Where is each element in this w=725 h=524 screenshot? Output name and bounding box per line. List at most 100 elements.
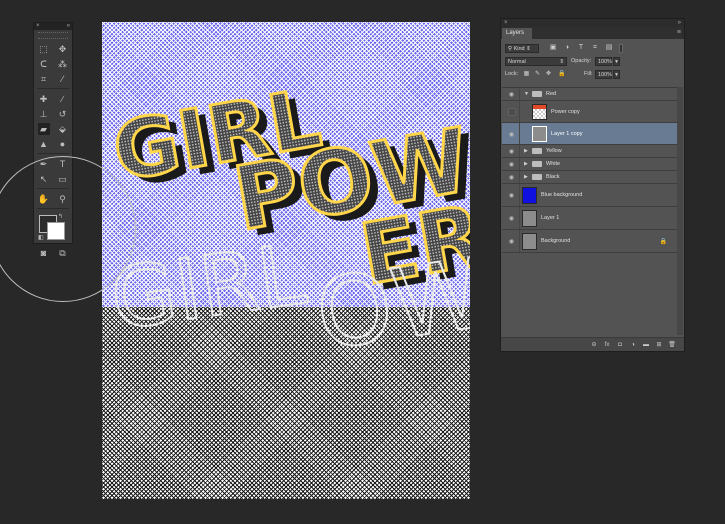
layer-thumbnail[interactable] (522, 210, 537, 227)
visibility-eye-icon[interactable]: ◉ (507, 161, 516, 168)
lock-image-icon[interactable]: ✎ (534, 70, 541, 78)
layer-name[interactable]: Yellow (546, 148, 562, 154)
quick-mask-icon[interactable]: ◙ (38, 247, 50, 259)
brush-icon[interactable]: ∕ (57, 93, 69, 105)
layers-close-icon[interactable]: × (504, 19, 508, 27)
eyedropper-icon[interactable]: ⁄ (57, 73, 69, 85)
visibility-toggle-off[interactable] (508, 108, 516, 116)
layer-thumbnail[interactable] (532, 126, 547, 142)
swap-colors-icon[interactable]: ↰ (58, 213, 63, 220)
clone-stamp-icon[interactable]: ⊥ (38, 108, 50, 120)
healing-brush-icon[interactable]: ✚ (38, 93, 50, 105)
layer-name[interactable]: Red (546, 91, 556, 97)
layers-panel-header[interactable]: × » (501, 19, 684, 27)
layer-row[interactable]: ◉ Background 🔒 (502, 230, 677, 253)
layer-name[interactable]: Power copy (551, 109, 580, 115)
visibility-eye-icon[interactable]: ◉ (507, 148, 516, 155)
visibility-eye-icon[interactable]: ◉ (507, 192, 516, 199)
lock-all-icon[interactable]: 🔒 (558, 70, 565, 78)
smart-object-filter-icon[interactable]: ▤ (605, 44, 613, 52)
visibility-eye-icon[interactable]: ◉ (507, 215, 516, 222)
panel-menu-icon[interactable]: ≡ (677, 27, 681, 39)
tab-layers[interactable]: Layers (502, 28, 532, 39)
rectangle-icon[interactable]: ▭ (57, 173, 69, 185)
new-group-icon[interactable]: ▬ (642, 342, 650, 348)
filter-toggle[interactable] (619, 44, 623, 53)
tool-row: ✒ T (34, 156, 72, 171)
layer-row[interactable]: ◉ ▼ Red (502, 88, 677, 101)
magic-wand-icon[interactable]: ⁂ (57, 58, 69, 70)
layer-row[interactable]: ◉ ▶ Yellow (502, 145, 677, 158)
lasso-icon[interactable]: ᑕ (38, 58, 50, 70)
layer-row[interactable]: ◉ Layer 1 (502, 207, 677, 230)
document-canvas[interactable]: GIRL POW ER GIRL POW ER GIRL OW (102, 22, 470, 499)
tools-collapse-icon[interactable]: » (67, 23, 70, 30)
layer-name[interactable]: Layer 1 (541, 215, 559, 221)
link-layers-icon[interactable]: ⊖ (590, 341, 598, 348)
layer-style-icon[interactable]: fx (603, 342, 611, 348)
add-mask-icon[interactable]: ◘ (616, 342, 624, 348)
blend-row: Normal ⇕ Opacity: 100% ▾ (501, 55, 684, 68)
layer-row[interactable]: ◉ Layer 1 copy (502, 123, 677, 145)
pen-icon[interactable]: ✒ (38, 158, 50, 170)
blur-icon[interactable]: ▲ (38, 138, 50, 150)
history-brush-icon[interactable]: ↺ (57, 108, 69, 120)
eraser-icon[interactable]: ▰ (37, 122, 50, 135)
layer-thumbnail[interactable] (532, 104, 547, 120)
layer-row[interactable]: ◉ Blue background (502, 184, 677, 207)
tool-separator (37, 208, 69, 209)
image-filter-icon[interactable]: ▣ (549, 44, 557, 52)
layer-name[interactable]: Background (541, 238, 570, 244)
layer-row[interactable]: ◉ ▶ Black (502, 171, 677, 184)
adjustment-filter-icon[interactable]: ◑ (563, 44, 571, 52)
visibility-eye-icon[interactable]: ◉ (507, 174, 516, 181)
layer-name[interactable]: White (546, 161, 560, 167)
type-filter-icon[interactable]: T (577, 44, 585, 52)
hand-icon[interactable]: ✋ (38, 193, 50, 205)
lock-position-icon[interactable]: ✥ (545, 70, 552, 78)
filter-kind-select[interactable]: ⚲ Kind ⇕ (505, 44, 539, 53)
layers-collapse-icon[interactable]: » (678, 19, 681, 27)
expand-arrow-icon[interactable]: ▶ (524, 174, 528, 180)
tools-grip[interactable] (38, 32, 68, 39)
adjustment-layer-icon[interactable]: ◑ (629, 342, 637, 348)
opacity-input[interactable]: 100% (595, 57, 612, 66)
marquee-icon[interactable]: ⬚ (38, 43, 50, 55)
crop-icon[interactable]: ⌗ (38, 73, 50, 85)
row-divider (519, 123, 520, 144)
fill-dropdown-icon[interactable]: ▾ (613, 70, 620, 79)
opacity-dropdown-icon[interactable]: ▾ (613, 57, 620, 66)
move-icon[interactable]: ✥ (57, 43, 69, 55)
blend-mode-select[interactable]: Normal ⇕ (505, 57, 567, 66)
visibility-eye-icon[interactable]: ◉ (507, 131, 516, 138)
expand-arrow-icon[interactable]: ▶ (524, 148, 528, 154)
layer-thumbnail[interactable] (522, 233, 537, 250)
shape-filter-icon[interactable]: ⌗ (591, 44, 599, 52)
dodge-icon[interactable]: ● (57, 138, 69, 150)
default-colors-icon[interactable]: ◧ (38, 234, 44, 241)
row-divider (519, 230, 520, 252)
tools-close-icon[interactable]: × (36, 23, 40, 30)
delete-layer-icon[interactable]: 🗑 (668, 341, 676, 348)
new-layer-icon[interactable]: ⊞ (655, 341, 663, 348)
layer-thumbnail[interactable] (522, 187, 537, 204)
background-color-swatch[interactable] (47, 222, 65, 240)
expand-arrow-icon[interactable]: ▶ (524, 161, 528, 167)
layer-name[interactable]: Blue background (541, 192, 582, 198)
layer-row[interactable]: ◉ ▶ White (502, 158, 677, 171)
layer-name[interactable]: Black (546, 174, 559, 180)
fill-input[interactable]: 100% (595, 70, 612, 79)
type-icon[interactable]: T (57, 158, 69, 170)
zoom-icon[interactable]: ⚲ (57, 193, 69, 205)
layer-name[interactable]: Layer 1 copy (551, 131, 583, 137)
layer-list-scrollbar[interactable] (677, 87, 683, 335)
screen-mode-icon[interactable]: ⧉ (57, 247, 69, 259)
paint-bucket-icon[interactable]: ⬙ (57, 123, 69, 135)
collapse-arrow-icon[interactable]: ▼ (524, 91, 529, 97)
tools-panel-header[interactable]: × » (34, 23, 72, 30)
layer-row[interactable]: Power copy (502, 101, 677, 123)
lock-transparent-icon[interactable]: ▦ (523, 70, 530, 78)
path-selection-icon[interactable]: ↖ (38, 173, 50, 185)
visibility-eye-icon[interactable]: ◉ (507, 91, 516, 98)
visibility-eye-icon[interactable]: ◉ (507, 238, 516, 245)
